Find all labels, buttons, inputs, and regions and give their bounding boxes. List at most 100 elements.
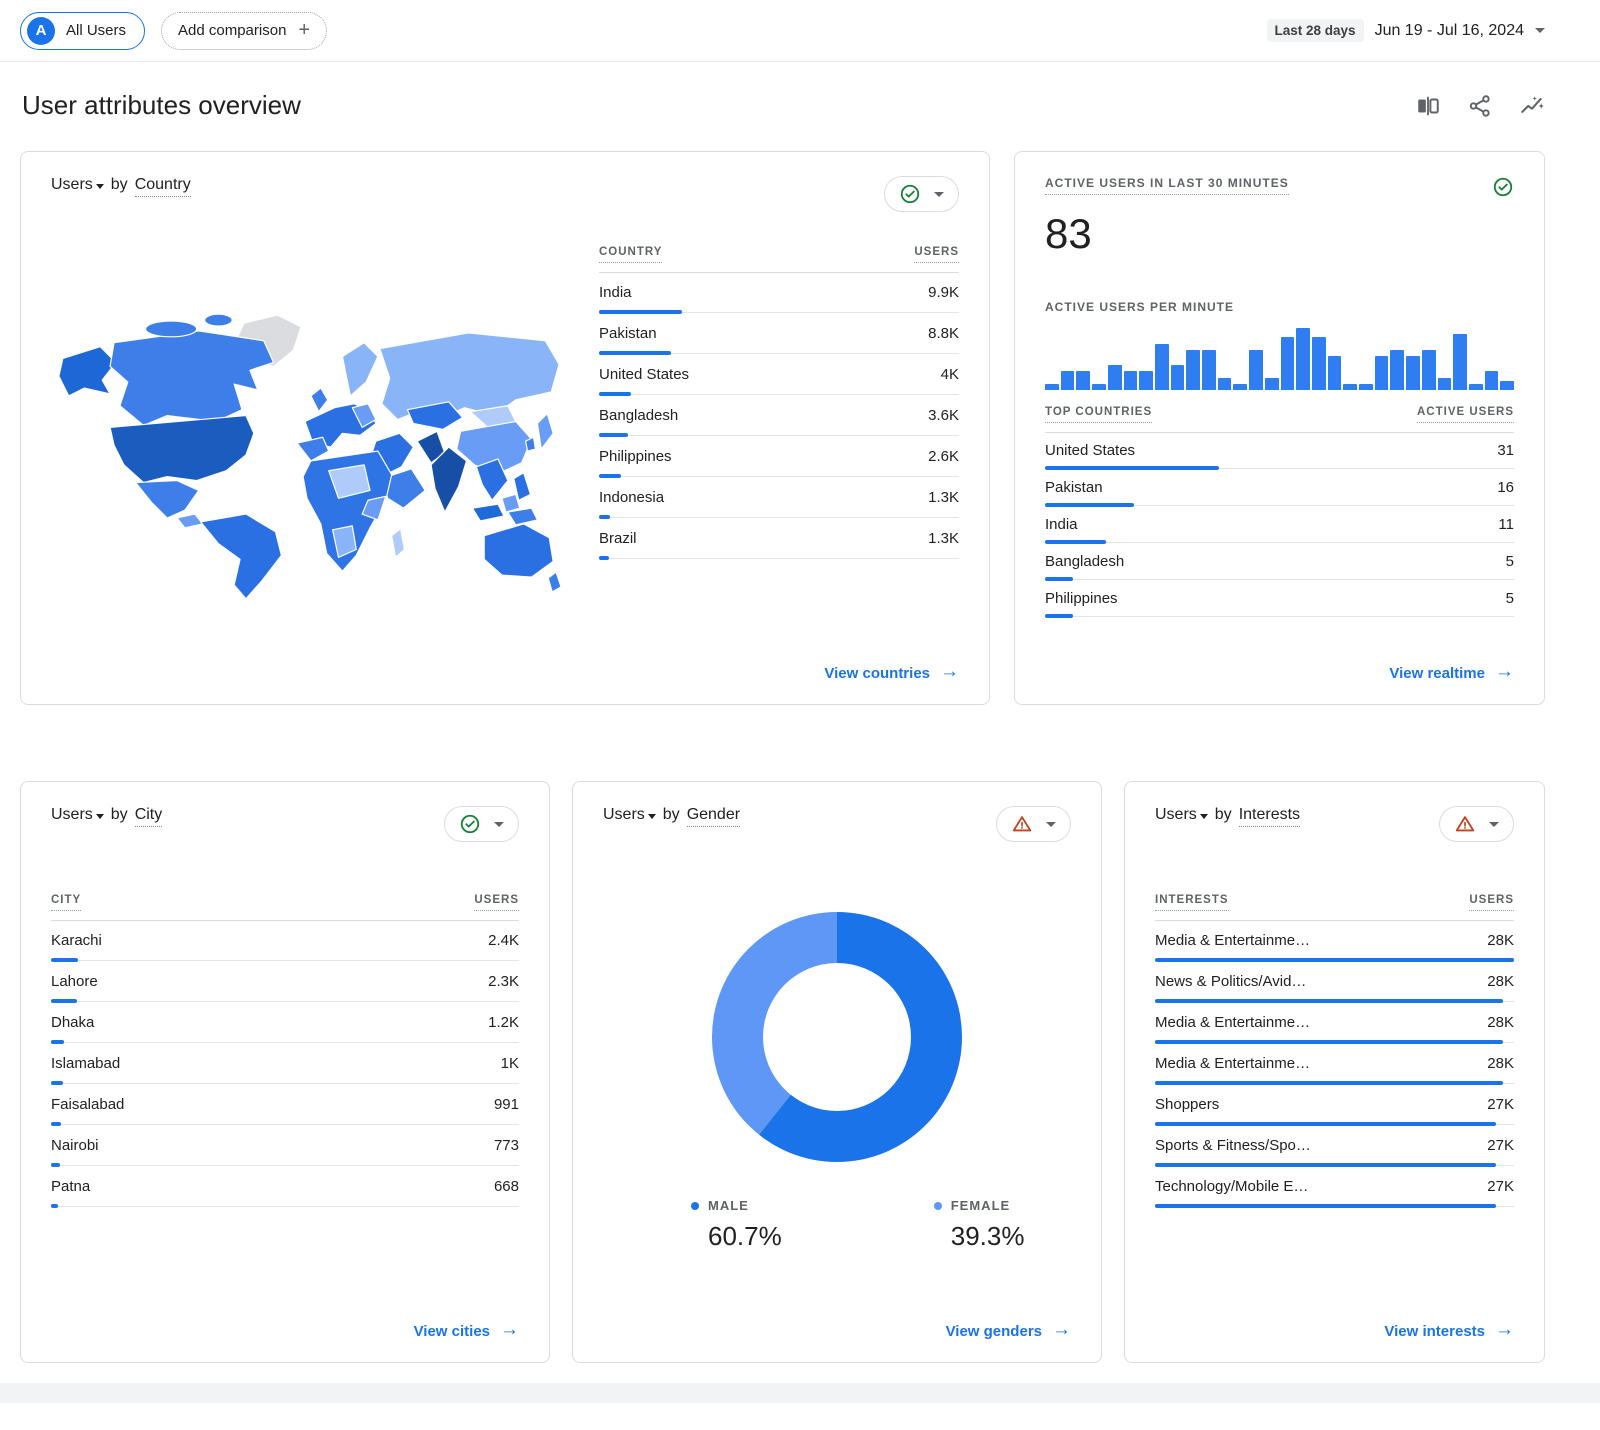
card-users-by-interests: Users by Interests xyxy=(1124,781,1545,1363)
minute-bar xyxy=(1485,371,1499,390)
segment-avatar: A xyxy=(27,17,55,45)
row-bar xyxy=(599,433,959,437)
top-countries-table: TOP COUNTRIES ACTIVE USERS United States… xyxy=(1045,406,1514,618)
card-users-by-gender: Users by Gender xyxy=(572,781,1102,1363)
table-row: Pakistan16 xyxy=(1045,470,1514,507)
date-range-badge: Last 28 days xyxy=(1267,19,1364,42)
active-users-count: 83 xyxy=(1045,210,1514,258)
table-row: Philippines2.6K xyxy=(599,437,959,478)
column-header[interactable]: COUNTRY xyxy=(599,246,662,263)
minute-bar xyxy=(1296,328,1310,390)
row-value: 27K xyxy=(1487,1137,1514,1154)
dimension-selector[interactable]: Interests xyxy=(1239,806,1300,827)
minute-bar xyxy=(1422,350,1436,390)
arrow-right-icon: → xyxy=(1052,1319,1071,1341)
minute-bar xyxy=(1328,356,1342,390)
column-header[interactable]: ACTIVE USERS xyxy=(1417,406,1514,423)
table-row: Dhaka1.2K xyxy=(51,1003,519,1044)
view-genders-link[interactable]: View genders → xyxy=(946,1320,1071,1342)
table-row: Bangladesh3.6K xyxy=(599,396,959,437)
table-row: Shoppers27K xyxy=(1155,1085,1514,1126)
view-interests-link[interactable]: View interests → xyxy=(1384,1320,1514,1342)
chevron-down-icon xyxy=(1046,822,1056,827)
row-label: Bangladesh xyxy=(1045,553,1124,570)
data-quality-pill[interactable] xyxy=(884,176,959,212)
card-users-by-country: Users by Country xyxy=(20,151,990,705)
column-header[interactable]: TOP COUNTRIES xyxy=(1045,406,1152,423)
row-label: Patna xyxy=(51,1178,90,1195)
minute-bar xyxy=(1202,350,1216,390)
row-bar xyxy=(1045,503,1514,507)
date-range-text: Jun 19 - Jul 16, 2024 xyxy=(1375,22,1524,40)
column-header[interactable]: CITY xyxy=(51,894,81,911)
metric-selector[interactable]: Users xyxy=(51,176,104,194)
row-value: 773 xyxy=(494,1137,519,1154)
table-row: Sports & Fitness/Spo…27K xyxy=(1155,1126,1514,1167)
row-value: 2.3K xyxy=(488,973,519,990)
table-row: Nairobi773 xyxy=(51,1126,519,1167)
row-value: 4K xyxy=(941,366,959,383)
row-label: Shoppers xyxy=(1155,1096,1219,1113)
male-label: MALE xyxy=(708,1198,749,1213)
row-value: 9.9K xyxy=(928,284,959,301)
date-range-selector[interactable]: Last 28 days Jun 19 - Jul 16, 2024 xyxy=(1267,19,1545,42)
card-title: Users by City xyxy=(51,806,162,827)
row-bar xyxy=(1155,1163,1514,1167)
minute-bar xyxy=(1155,344,1169,391)
row-bar xyxy=(51,1204,519,1208)
column-header[interactable]: INTERESTS xyxy=(1155,894,1229,911)
view-countries-link[interactable]: View countries → xyxy=(824,662,959,684)
minute-bar xyxy=(1390,350,1404,390)
row-value: 3.6K xyxy=(928,407,959,424)
minute-bar xyxy=(1281,337,1295,390)
table-row: India 9.9K xyxy=(599,273,959,314)
column-header[interactable]: USERS xyxy=(1469,894,1514,911)
table-row: Lahore2.3K xyxy=(51,962,519,1003)
view-cities-link[interactable]: View cities → xyxy=(414,1320,519,1342)
warning-triangle-icon xyxy=(1011,813,1033,835)
data-quality-pill[interactable] xyxy=(1439,806,1514,842)
all-users-chip[interactable]: A All Users xyxy=(20,12,145,50)
add-comparison-button[interactable]: Add comparison + xyxy=(161,12,327,50)
row-value: 2.4K xyxy=(488,932,519,949)
female-value: 39.3% xyxy=(951,1221,1025,1252)
metric-selector[interactable]: Users xyxy=(603,806,656,824)
row-label: Pakistan xyxy=(599,325,657,342)
metric-selector[interactable]: Users xyxy=(51,806,104,824)
table-row: Karachi2.4K xyxy=(51,921,519,962)
row-bar xyxy=(51,1040,519,1044)
dimension-selector[interactable]: City xyxy=(135,806,163,827)
minute-bar xyxy=(1469,384,1483,390)
minute-bar xyxy=(1171,365,1185,390)
by-word: by xyxy=(111,176,128,194)
male-value: 60.7% xyxy=(708,1221,782,1252)
dimension-selector[interactable]: Country xyxy=(135,176,191,197)
view-realtime-link[interactable]: View realtime → xyxy=(1389,662,1514,684)
row-label: Media & Entertainme… xyxy=(1155,1055,1310,1072)
data-quality-pill[interactable] xyxy=(996,806,1071,842)
minute-bar xyxy=(1500,381,1514,390)
row-value: 1.3K xyxy=(928,489,959,506)
edit-comparisons-icon[interactable] xyxy=(1415,93,1441,119)
chevron-down-icon xyxy=(1489,822,1499,827)
chevron-down-icon xyxy=(934,192,944,197)
column-header[interactable]: USERS xyxy=(914,246,959,263)
report-header: User attributes overview xyxy=(0,62,1600,141)
row-bar xyxy=(1045,466,1514,470)
row-value: 31 xyxy=(1497,442,1514,459)
row-bar xyxy=(51,958,519,962)
data-quality-pill[interactable] xyxy=(444,806,519,842)
plus-icon: + xyxy=(298,19,310,42)
comparison-bar: A All Users Add comparison + Last 28 day… xyxy=(0,0,1600,62)
minute-bar xyxy=(1092,384,1106,390)
check-circle-icon xyxy=(459,813,481,835)
share-icon[interactable] xyxy=(1467,93,1493,119)
row-label: India xyxy=(599,284,632,301)
dimension-selector[interactable]: Gender xyxy=(687,806,740,827)
insights-icon[interactable] xyxy=(1519,93,1545,119)
active-users-30min-label[interactable]: ACTIVE USERS IN LAST 30 MINUTES xyxy=(1045,176,1289,195)
column-header[interactable]: USERS xyxy=(474,894,519,911)
row-label: Pakistan xyxy=(1045,479,1103,496)
metric-selector[interactable]: Users xyxy=(1155,806,1208,824)
row-bar xyxy=(599,515,959,519)
